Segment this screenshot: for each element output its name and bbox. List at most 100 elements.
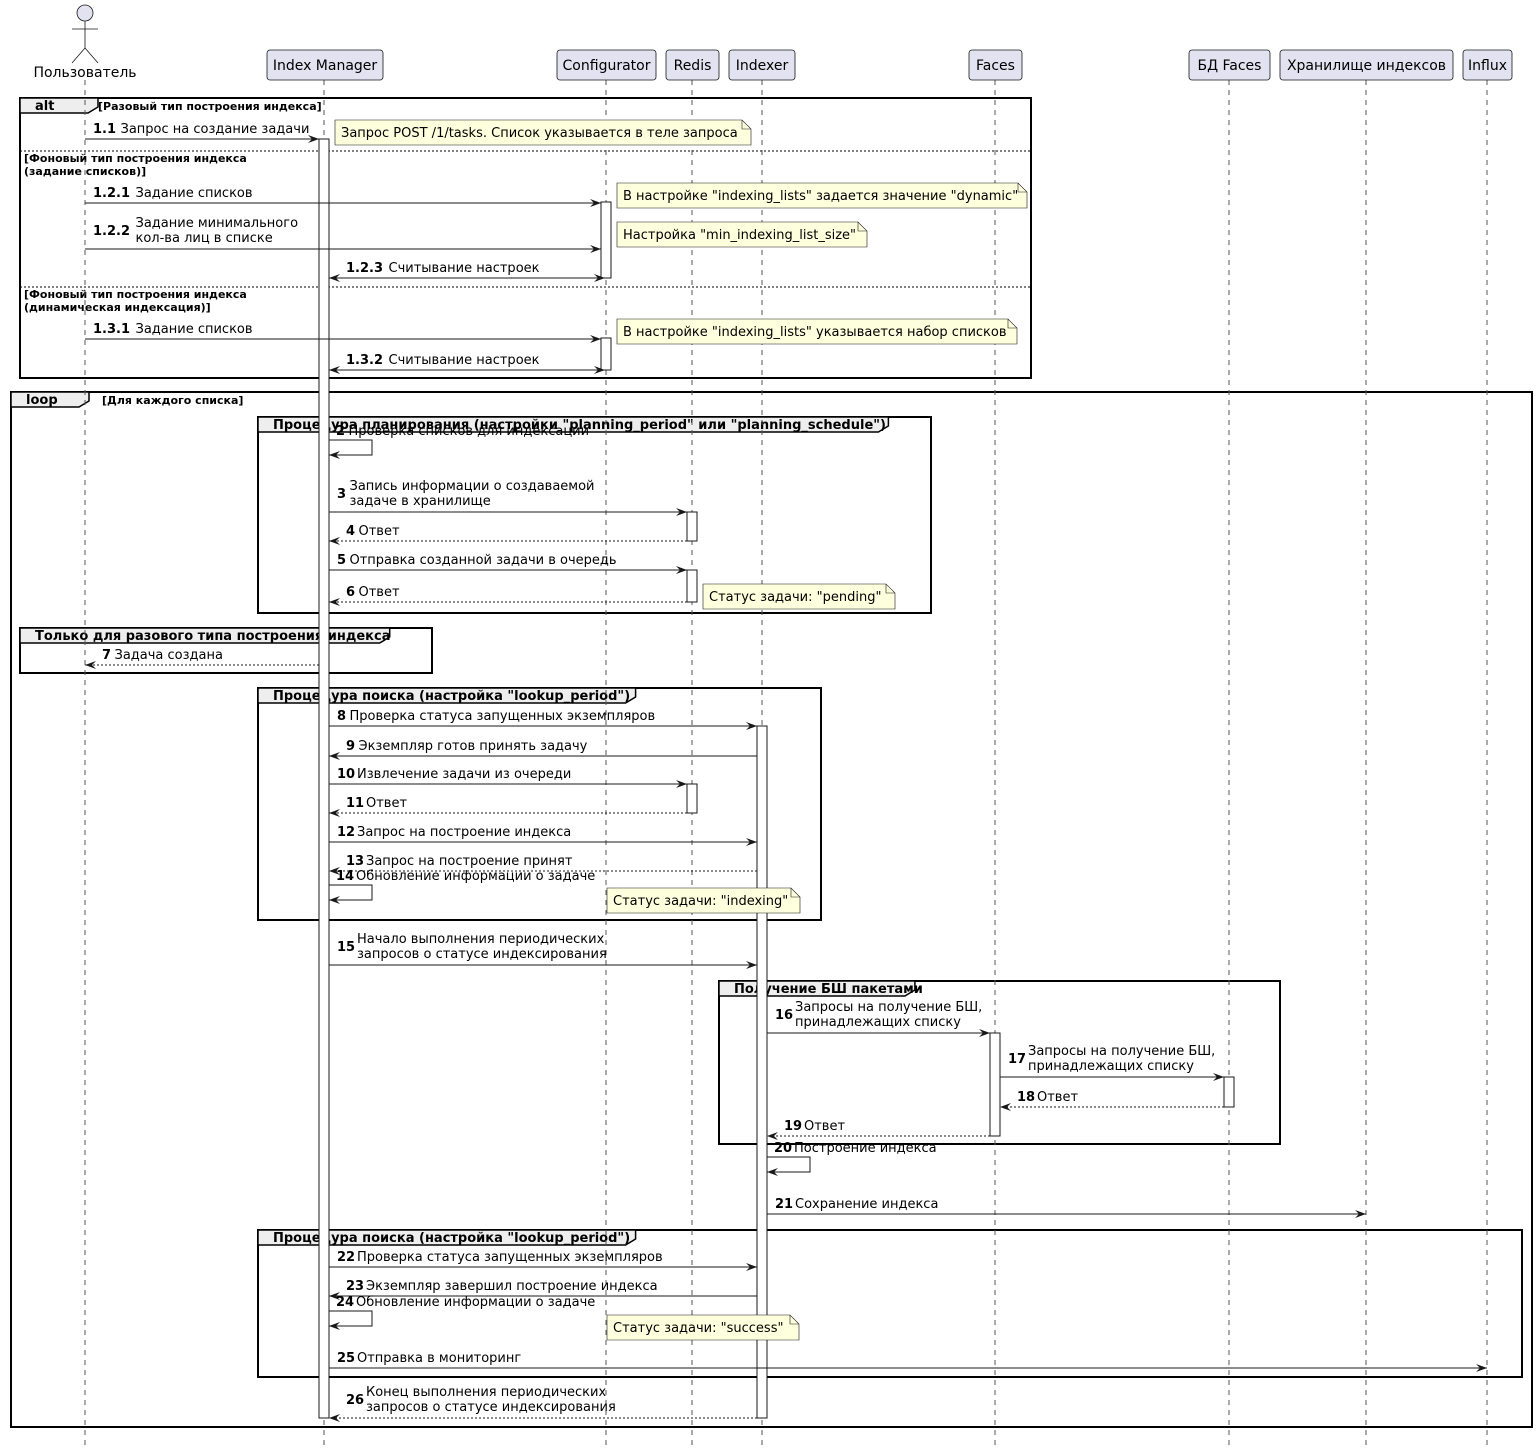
participant-redis[interactable]: Redis — [665, 49, 720, 81]
actor-icon — [76, 4, 94, 22]
message-number: 2 — [336, 424, 345, 439]
message-number: 1.3.1 — [93, 322, 130, 337]
participant-label: БД Faces — [1198, 58, 1262, 74]
frames-layer: alt [Разовый тип построения индекса] [Фоно… — [10, 97, 1533, 1428]
note-text: Статус задачи: "success" — [613, 1321, 783, 1336]
activation-bar-redis — [686, 783, 698, 814]
participant-user[interactable]: Пользователь — [33, 4, 137, 81]
message-label: Проверка списков для индексации — [349, 424, 590, 439]
message-label: Запрос на создание задачи — [121, 122, 310, 137]
note: Настройка "min_indexing_list_size" — [616, 221, 868, 248]
message-number: 1.2.3 — [346, 261, 383, 276]
message-label: Задание списков — [136, 186, 253, 201]
frame-title: Только для разового типа построения инде… — [35, 629, 391, 644]
message-2[interactable]: 2 Проверка списков для индексации — [329, 424, 589, 459]
message-number: 5 — [337, 553, 346, 568]
message-label: Сохранение индекса — [795, 1197, 938, 1212]
participant-cfg[interactable]: Configurator — [556, 49, 657, 81]
message-label: Экземпляр готов принять задачу — [359, 739, 588, 754]
message-26[interactable]: 26Конец выполнения периодическихзапросов… — [329, 1385, 757, 1422]
message-19[interactable]: 19 Ответ — [767, 1119, 990, 1140]
note-text: В настройке "indexing_lists" задается зн… — [623, 189, 1018, 204]
message-number: 13 — [346, 854, 364, 869]
message-label: Отправка в мониторинг — [357, 1351, 521, 1366]
message-label: Задание списков — [136, 322, 253, 337]
message-label: Проверка статуса запущенных экземпляров — [350, 709, 656, 724]
participant-idx[interactable]: Indexer — [728, 49, 796, 81]
message-10[interactable]: 10 Извлечение задачи из очереди — [329, 767, 687, 788]
message-1-3-2[interactable]: 1.3.2 Считывание настроек — [329, 353, 605, 374]
message-24[interactable]: 24 Обновление информации о задаче — [329, 1295, 595, 1330]
message-15[interactable]: 15Начало выполнения периодическихзапросо… — [329, 932, 757, 969]
message-number: 8 — [337, 709, 346, 724]
message-label: Ответ — [804, 1119, 845, 1134]
message-number: 11 — [346, 796, 364, 811]
message-17[interactable]: 17Запросы на получение БШ,принадлежащих … — [1000, 1044, 1224, 1081]
message-number: 9 — [346, 739, 355, 754]
note-text: В настройке "indexing_lists" указывается… — [623, 325, 1007, 340]
message-11[interactable]: 11 Ответ — [329, 796, 687, 817]
message-21[interactable]: 21 Сохранение индекса — [767, 1197, 1366, 1218]
message-number: 12 — [337, 825, 355, 840]
message-1-2-3[interactable]: 1.2.3 Считывание настроек — [329, 261, 605, 282]
message-label: Конец выполнения периодических — [366, 1385, 606, 1400]
message-label: Обновление информации о задаче — [356, 869, 595, 884]
frame-guard: [Разовый тип построения индекса] — [98, 100, 322, 113]
messages-layer: 1.1 Запрос на создание задачи 1.2.1 Задание… — [85, 122, 1487, 1422]
message-label: Запрос на построение индекса — [357, 825, 571, 840]
participant-store[interactable]: Хранилище индексов — [1279, 49, 1454, 81]
message-1-3-1[interactable]: 1.3.1 Задание списков — [85, 322, 601, 343]
message-7[interactable]: 7 Задача создана — [85, 648, 319, 669]
message-number: 6 — [346, 585, 355, 600]
activation-bar-cfg — [600, 201, 612, 279]
message-label: кол-ва лиц в списке — [136, 231, 273, 246]
message-8[interactable]: 8 Проверка статуса запущенных экземпляров — [329, 709, 757, 730]
message-label: Обновление информации о задаче — [356, 1295, 595, 1310]
message-number: 25 — [337, 1351, 355, 1366]
frame-guard: [Фоновый тип построения индекса — [24, 288, 247, 301]
message-number: 24 — [336, 1295, 354, 1310]
message-label: Задание минимального — [136, 216, 299, 231]
message-label: Экземпляр завершил построение индекса — [366, 1279, 658, 1294]
activation-bar-im — [318, 138, 330, 1419]
message-1-2-2[interactable]: 1.2.2 Задание минимальногокол-ва лиц в сп… — [85, 216, 601, 253]
message-22[interactable]: 22 Проверка статуса запущенных экземпляро… — [329, 1250, 757, 1271]
message-16[interactable]: 16Запросы на получение БШ,принадлежащих … — [767, 1000, 990, 1037]
message-number: 4 — [346, 524, 355, 539]
message-label: задаче в хранилище — [350, 494, 491, 509]
message-label: Отправка созданной задачи в очередь — [350, 553, 617, 568]
message-18[interactable]: 18 Ответ — [1000, 1090, 1224, 1111]
message-number: 18 — [1017, 1090, 1035, 1105]
message-3[interactable]: 3 Запись информации о создаваемойзадаче в… — [329, 479, 687, 516]
participant-influx[interactable]: Influx — [1462, 49, 1513, 81]
message-number: 1.2.1 — [93, 186, 130, 201]
message-label: Начало выполнения периодических — [357, 932, 605, 947]
message-number: 26 — [346, 1393, 364, 1408]
participant-db[interactable]: БД Faces — [1188, 49, 1271, 81]
frame-guard: [Фоновый тип построения индекса — [24, 152, 247, 165]
participant-label: Пользователь — [33, 65, 136, 81]
message-1-1[interactable]: 1.1 Запрос на создание задачи — [85, 122, 319, 143]
activation-bar-db — [1223, 1076, 1235, 1108]
message-label: Ответ — [359, 585, 400, 600]
message-number: 22 — [337, 1250, 355, 1265]
message-label: Ответ — [1037, 1090, 1078, 1105]
message-label: запросов о статусе индексирования — [357, 947, 607, 962]
message-label: Запросы на получение БШ, — [795, 1000, 982, 1015]
message-25[interactable]: 25 Отправка в мониторинг — [329, 1351, 1487, 1372]
message-6[interactable]: 6 Ответ — [329, 585, 687, 606]
message-5[interactable]: 5 Отправка созданной задачи в очередь — [329, 553, 687, 574]
participant-faces[interactable]: Faces — [968, 49, 1023, 81]
message-4[interactable]: 4 Ответ — [329, 524, 687, 545]
activation-bar-redis — [686, 511, 698, 542]
participant-label: Influx — [1468, 58, 1507, 74]
message-20[interactable]: 20 Построение индекса — [767, 1141, 937, 1176]
message-1-2-1[interactable]: 1.2.1 Задание списков — [85, 186, 601, 207]
note: Запрос POST /1/tasks. Список указывается… — [334, 119, 752, 146]
message-12[interactable]: 12 Запрос на построение индекса — [329, 825, 757, 846]
frame-group-g1: Процедура планирования (настройки "plann… — [257, 416, 932, 614]
message-9[interactable]: 9 Экземпляр готов принять задачу — [329, 739, 757, 760]
message-label: Извлечение задачи из очереди — [357, 767, 571, 782]
message-14[interactable]: 14 Обновление информации о задаче — [329, 869, 595, 904]
participant-im[interactable]: Index Manager — [266, 49, 384, 81]
